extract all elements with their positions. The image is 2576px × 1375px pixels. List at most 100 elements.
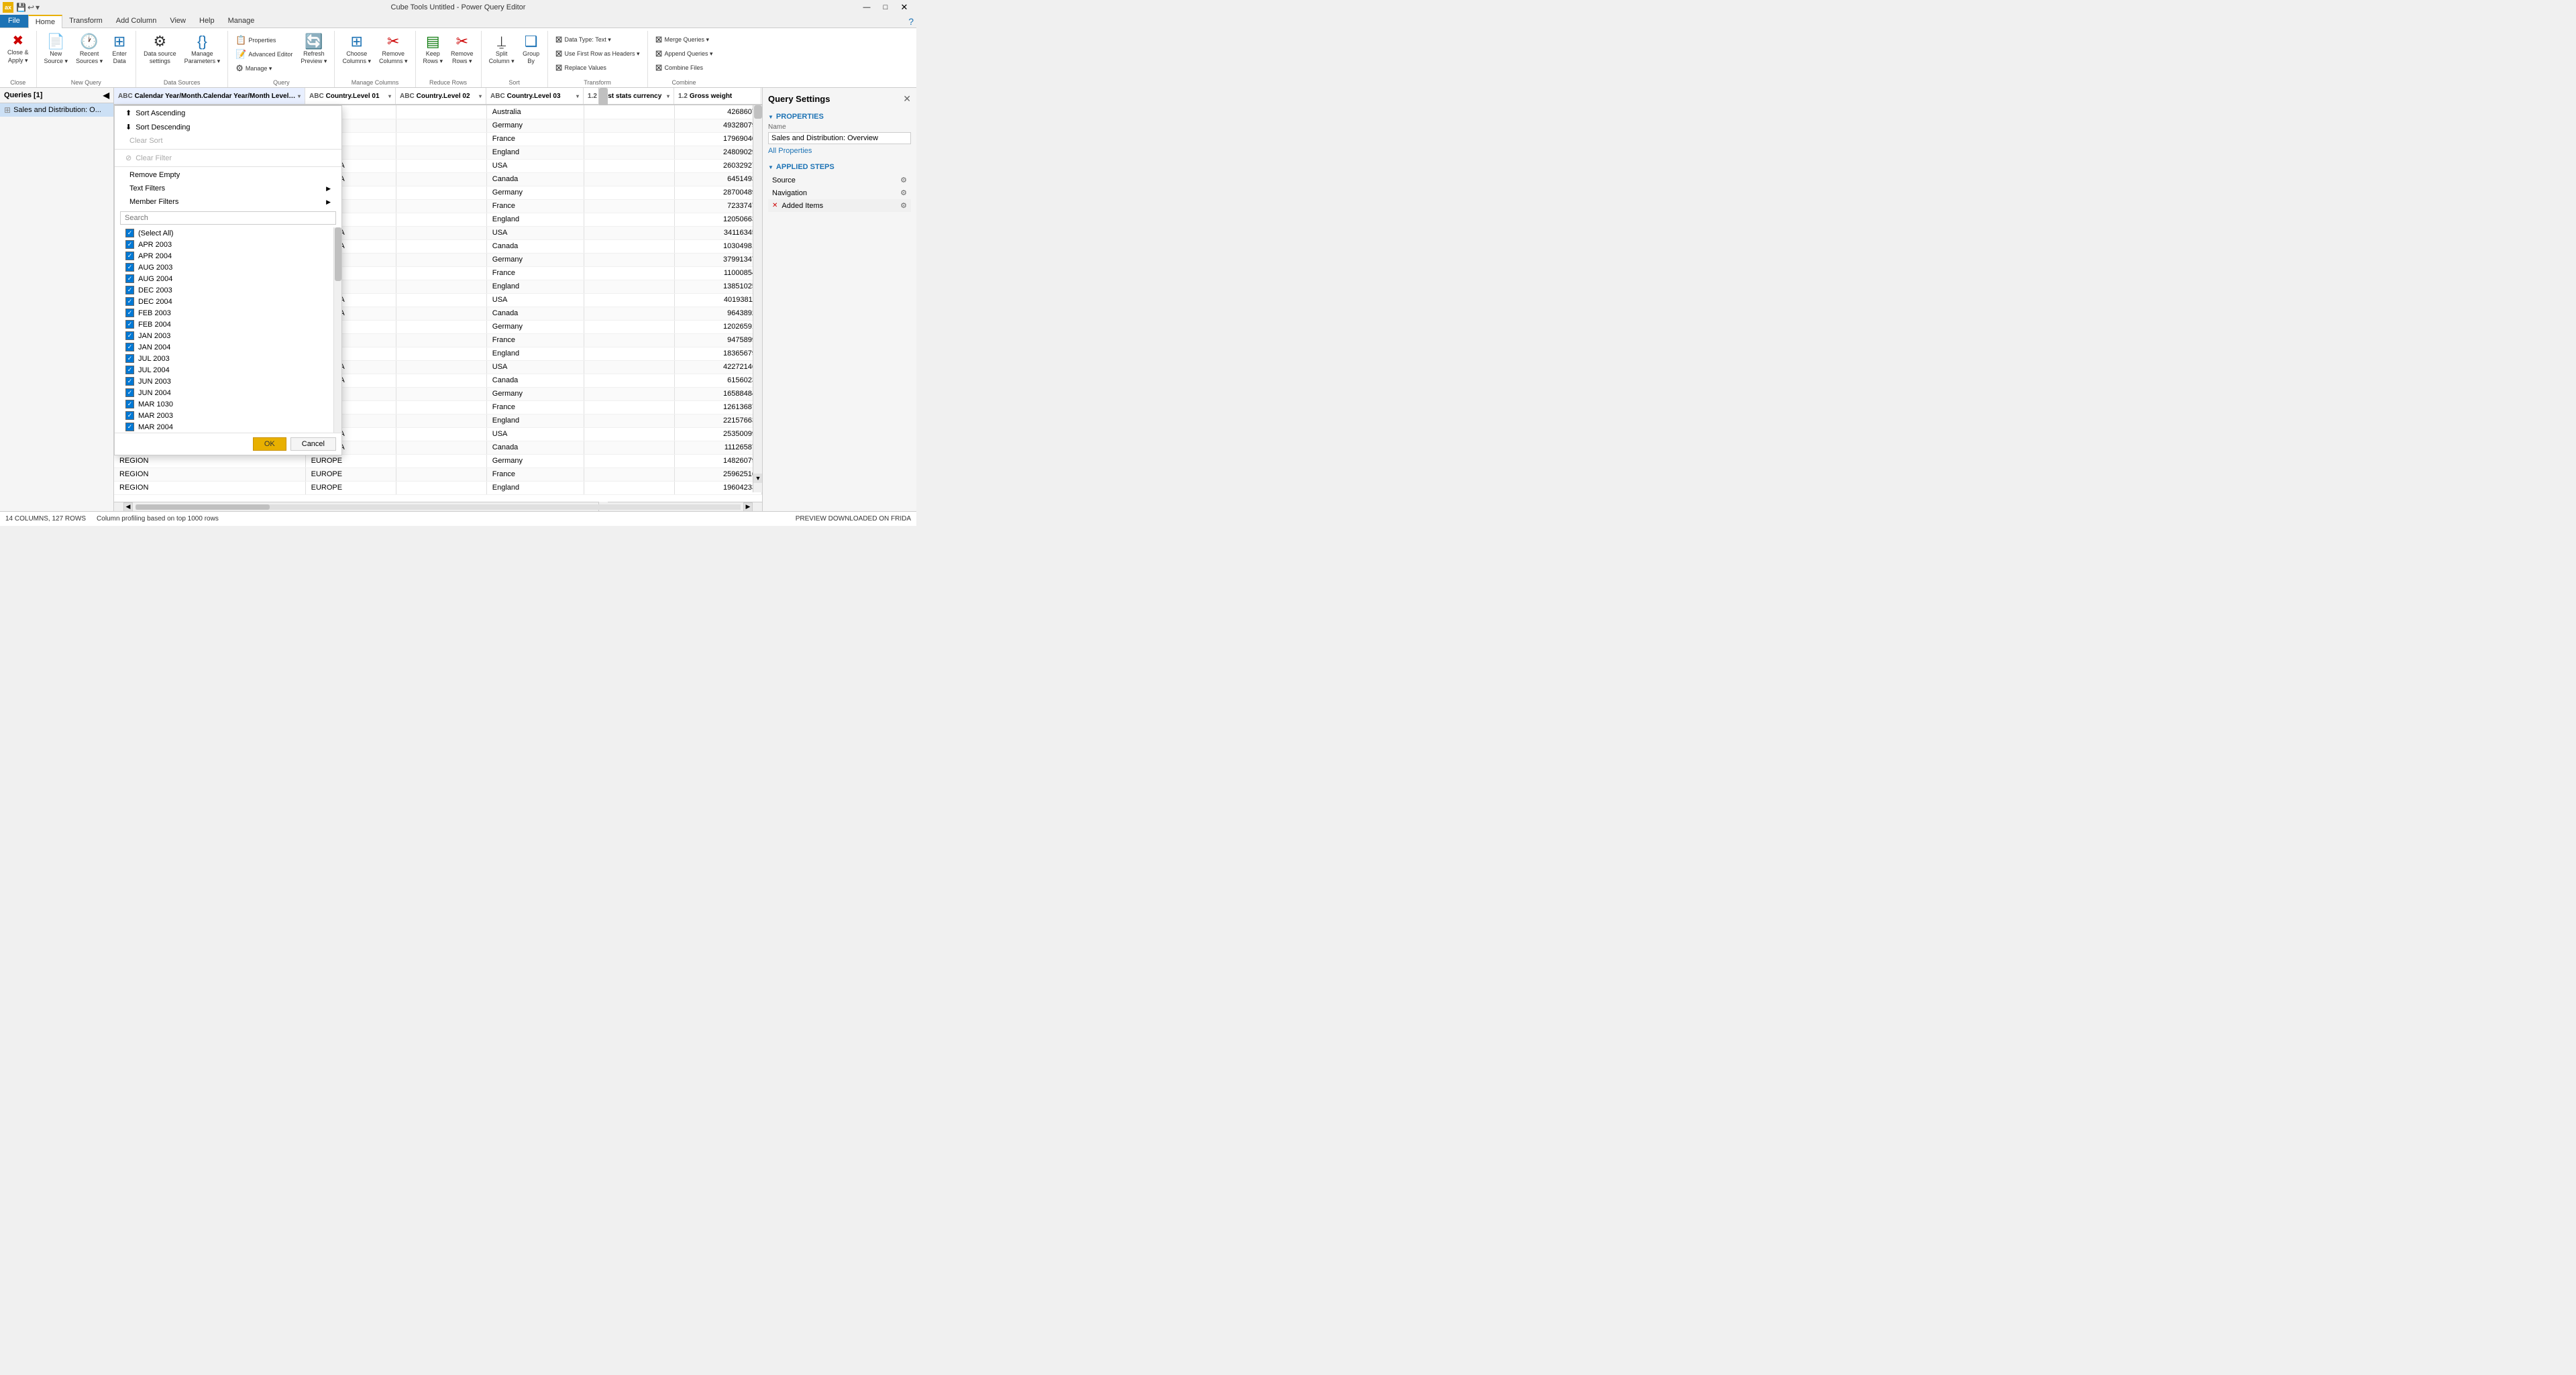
- checkbox-aug-2004[interactable]: ✓: [125, 274, 134, 283]
- tab-manage[interactable]: Manage: [221, 15, 262, 28]
- check-jun-2004[interactable]: ✓ JUN 2004: [115, 387, 333, 398]
- new-source-button[interactable]: 📄 NewSource ▾: [41, 32, 72, 72]
- collapse-sidebar-button[interactable]: ◀: [103, 91, 109, 100]
- replace-values-button[interactable]: ⊠ Replace Values: [552, 61, 643, 74]
- check-mar-2004[interactable]: ✓ MAR 2004: [115, 421, 333, 433]
- check-jan-2004[interactable]: ✓ JAN 2004: [115, 341, 333, 353]
- checkbox-jun-2003[interactable]: ✓: [125, 377, 134, 386]
- sort-descending-item[interactable]: ⬇ Sort Descending: [115, 120, 341, 134]
- check-aug-2003[interactable]: ✓ AUG 2003: [115, 262, 333, 273]
- checkbox-jul-2004[interactable]: ✓: [125, 366, 134, 374]
- tab-transform[interactable]: Transform: [62, 15, 109, 28]
- checkbox-apr-2003[interactable]: ✓: [125, 240, 134, 249]
- check-jun-2003[interactable]: ✓ JUN 2003: [115, 376, 333, 387]
- col-header-country-01[interactable]: ABC Country.Level 01 ▾: [305, 88, 396, 104]
- check-apr-2004[interactable]: ✓ APR 2004: [115, 250, 333, 262]
- data-source-settings-button[interactable]: ⚙ Data sourcesettings: [140, 32, 180, 72]
- check-select-all[interactable]: ✓ (Select All): [115, 227, 333, 239]
- sort-ascending-item[interactable]: ⬆ Sort Ascending: [115, 106, 341, 120]
- checkbox-aug-2003[interactable]: ✓: [125, 263, 134, 272]
- checkbox-jan-2004[interactable]: ✓: [125, 343, 134, 351]
- recent-sources-button[interactable]: 🕐 RecentSources ▾: [72, 32, 106, 72]
- checkbox-mar-2003[interactable]: ✓: [125, 411, 134, 420]
- manage-button[interactable]: ⚙ Manage ▾: [232, 62, 296, 75]
- sidebar-item-sales[interactable]: ⊞ Sales and Distribution: O...: [0, 103, 113, 117]
- remove-empty-item[interactable]: Remove Empty: [115, 168, 341, 182]
- scroll-down-arrow[interactable]: ▼: [753, 474, 762, 483]
- check-feb-2004[interactable]: ✓ FEB 2004: [115, 319, 333, 330]
- checkbox-jan-2003[interactable]: ✓: [125, 331, 134, 340]
- group-by-button[interactable]: ❑ GroupBy: [519, 32, 543, 72]
- save-icon[interactable]: 💾: [16, 3, 26, 12]
- checklist-scroll-thumb[interactable]: [335, 227, 341, 281]
- col-header-country-02[interactable]: ABC Country.Level 02 ▾: [396, 88, 486, 104]
- enter-data-button[interactable]: ⊞ EnterData: [107, 32, 131, 72]
- filter-search-input[interactable]: [120, 211, 336, 225]
- checkbox-feb-2003[interactable]: ✓: [125, 309, 134, 317]
- append-queries-button[interactable]: ⊠ Append Queries ▾: [652, 47, 716, 60]
- check-mar-1030[interactable]: ✓ MAR 1030: [115, 398, 333, 410]
- query-name-input[interactable]: [768, 132, 911, 144]
- check-apr-2003[interactable]: ✓ APR 2003: [115, 239, 333, 250]
- table-scrollbar-v[interactable]: ▼: [753, 105, 762, 492]
- scroll-thumb[interactable]: [599, 88, 608, 105]
- choose-columns-button[interactable]: ⊞ ChooseColumns ▾: [339, 32, 374, 72]
- col-dropdown-arrow-country03[interactable]: ▾: [576, 93, 579, 99]
- check-dec-2004[interactable]: ✓ DEC 2004: [115, 296, 333, 307]
- keep-rows-button[interactable]: ▤ KeepRows ▾: [420, 32, 447, 72]
- remove-columns-button[interactable]: ✂ RemoveColumns ▾: [376, 32, 411, 72]
- checkbox-dec-2003[interactable]: ✓: [125, 286, 134, 294]
- step-navigation[interactable]: Navigation ⚙: [768, 186, 911, 199]
- check-jul-2004[interactable]: ✓ JUL 2004: [115, 364, 333, 376]
- checkbox-jul-2003[interactable]: ✓: [125, 354, 134, 363]
- tab-view[interactable]: View: [163, 15, 193, 28]
- nav-left-button[interactable]: ◀: [123, 502, 133, 512]
- maximize-button[interactable]: □: [876, 0, 895, 15]
- step-added-items[interactable]: ✕ Added Items ⚙: [768, 199, 911, 212]
- col-dropdown-arrow-cost-stats[interactable]: ▾: [667, 93, 669, 99]
- check-aug-2004[interactable]: ✓ AUG 2004: [115, 273, 333, 284]
- help-icon[interactable]: ?: [908, 16, 914, 27]
- checkbox-feb-2004[interactable]: ✓: [125, 320, 134, 329]
- all-properties-link[interactable]: All Properties: [768, 147, 911, 155]
- step-source-gear-icon[interactable]: ⚙: [900, 176, 907, 184]
- tab-file[interactable]: File: [0, 15, 28, 28]
- split-column-button[interactable]: ⍊ SplitColumn ▾: [486, 32, 518, 72]
- remove-rows-button[interactable]: ✂ RemoveRows ▾: [447, 32, 477, 72]
- check-dec-2003[interactable]: ✓ DEC 2003: [115, 284, 333, 296]
- data-type-button[interactable]: ⊠ Data Type: Text ▾: [552, 33, 643, 46]
- combine-files-button[interactable]: ⊠ Combine Files: [652, 61, 716, 74]
- step-added-items-x-icon[interactable]: ✕: [772, 202, 777, 209]
- checklist-scrollbar[interactable]: [333, 227, 341, 433]
- checkbox-mar-1030[interactable]: ✓: [125, 400, 134, 408]
- check-feb-2003[interactable]: ✓ FEB 2003: [115, 307, 333, 319]
- ok-button[interactable]: OK: [253, 437, 286, 451]
- close-apply-button[interactable]: ✖ Close &Apply ▾: [4, 32, 32, 72]
- step-added-items-gear-icon[interactable]: ⚙: [900, 201, 907, 210]
- advanced-editor-button[interactable]: 📝 Advanced Editor: [232, 48, 296, 61]
- nav-right-button[interactable]: ▶: [743, 502, 753, 512]
- h-scroll-thumb[interactable]: [136, 504, 270, 510]
- checkbox-mar-2004[interactable]: ✓: [125, 423, 134, 431]
- merge-queries-button[interactable]: ⊠ Merge Queries ▾: [652, 33, 716, 46]
- check-jan-2003[interactable]: ✓ JAN 2003: [115, 330, 333, 341]
- tab-add-column[interactable]: Add Column: [109, 15, 164, 28]
- tab-home[interactable]: Home: [28, 15, 62, 28]
- col-header-cost-stats[interactable]: 1.2 Cost stats currency ▾: [584, 88, 674, 104]
- manage-parameters-button[interactable]: {} ManageParameters ▾: [181, 32, 224, 72]
- text-filters-item[interactable]: Text Filters ▶: [115, 182, 341, 195]
- checkbox-jun-2004[interactable]: ✓: [125, 388, 134, 397]
- checkbox-dec-2004[interactable]: ✓: [125, 297, 134, 306]
- checkbox-apr-2004[interactable]: ✓: [125, 252, 134, 260]
- minimize-button[interactable]: —: [857, 0, 876, 15]
- cancel-button[interactable]: Cancel: [290, 437, 336, 451]
- col-dropdown-arrow-country01[interactable]: ▾: [388, 93, 391, 99]
- step-navigation-gear-icon[interactable]: ⚙: [900, 188, 907, 197]
- vertical-scrollbar[interactable]: [598, 88, 608, 105]
- close-button[interactable]: ✕: [895, 0, 914, 15]
- refresh-preview-button[interactable]: 🔄 RefreshPreview ▾: [297, 32, 330, 72]
- check-mar-2003[interactable]: ✓ MAR 2003: [115, 410, 333, 421]
- col-header-cal-year[interactable]: ABC Calendar Year/Month.Calendar Year/Mo…: [114, 88, 305, 104]
- col-dropdown-arrow-cal-year[interactable]: ▾: [298, 93, 301, 99]
- use-first-row-button[interactable]: ⊠ Use First Row as Headers ▾: [552, 47, 643, 60]
